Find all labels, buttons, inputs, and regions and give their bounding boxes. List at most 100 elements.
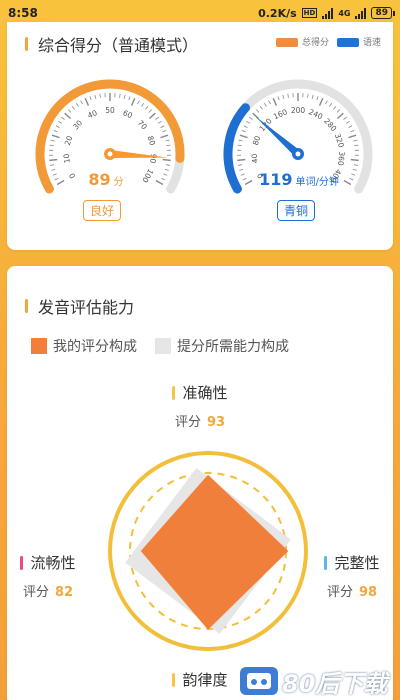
gauge-tick: [165, 139, 170, 142]
gauge-tick: [277, 96, 280, 101]
score-badge: 良好: [83, 200, 122, 221]
speed-badge: 青铜: [277, 200, 316, 221]
gauge-tick: [307, 93, 309, 98]
gauge-tick: [241, 129, 246, 133]
gauge-tick: [161, 177, 166, 181]
gauges: 0102030405060708090100 04080120160200240…: [35, 79, 373, 194]
gauge-tick: [272, 97, 278, 106]
gauge-tick-label: 280: [322, 117, 338, 134]
gauge-tick: [49, 144, 54, 147]
gauge-tick: [238, 164, 243, 166]
gauge-tick: [353, 164, 358, 166]
gauge-tick-label: 40: [86, 108, 99, 120]
gauge-tick: [54, 177, 59, 181]
pronunciation-card: 发音评估能力 我的评分构成 提分所需能力构成 准确性 评分 93 完整性 评分 98…: [7, 266, 393, 700]
gauge-tick: [163, 173, 168, 176]
gauge-tick: [160, 125, 165, 128]
axis-completeness: 完整性 评分 98: [311, 552, 393, 600]
score-value: 89 分: [88, 170, 124, 189]
gauge-tick: [329, 102, 333, 107]
gauge-tick: [61, 116, 65, 120]
gauge-tick: [336, 112, 344, 120]
gauge-tick: [249, 116, 253, 120]
network-speed: 0.2K/s: [258, 6, 297, 20]
gauge-tick-label: 320: [333, 132, 346, 149]
gauge-hub-center: [107, 151, 113, 157]
gauge-tick: [89, 96, 92, 101]
gauge-tick: [75, 102, 79, 107]
gauge-tick: [58, 120, 63, 124]
gauge-tick: [318, 97, 324, 106]
gauge-tick: [252, 112, 260, 120]
axis-fluency: 流畅性 评分 82: [7, 552, 89, 600]
gauge-tick: [99, 93, 101, 98]
gauge-tick: [145, 105, 149, 110]
gauge-tick: [52, 173, 57, 176]
gauge-tick: [160, 134, 169, 139]
gauge-tick: [148, 109, 153, 113]
gauge-tick: [49, 158, 58, 162]
gauge-tick: [336, 109, 341, 113]
gauge-tick: [238, 139, 243, 142]
gauge-tick: [55, 125, 60, 128]
gauge-tick: [130, 97, 136, 106]
gauge-tick: [243, 125, 248, 128]
gauge-tick: [94, 94, 97, 99]
gauge-tick: [80, 100, 83, 105]
gauge-tick-label: 20: [63, 134, 75, 146]
radar-chart: [108, 451, 308, 651]
gauge-tick: [350, 158, 359, 162]
gauge-tick: [155, 116, 159, 120]
gauge-tick: [353, 139, 358, 142]
gauge-tick-label: 60: [122, 108, 135, 120]
gauge-tick: [239, 134, 248, 139]
gauge-tick: [348, 134, 357, 139]
gauge-tick: [71, 105, 75, 110]
gauge-tick: [333, 105, 337, 110]
gauge-tick: [56, 179, 65, 186]
overall-score-card: 综合得分（普通模式） 总得分 语速 0 10 20 30 40 50 60 70 80 90 100…: [7, 22, 393, 250]
gauge-tick-label: 100: [140, 167, 155, 184]
gauge-tick: [141, 102, 145, 107]
gauge-tick-label: 160: [272, 107, 289, 121]
gauge-tick: [128, 96, 131, 101]
gauge-tick: [263, 102, 267, 107]
gauge-tick: [237, 144, 242, 147]
gauge-tick: [259, 105, 263, 110]
gauge-tick-label: 50: [105, 106, 115, 115]
gauge-tick: [268, 100, 271, 105]
network-type: 4G: [338, 8, 351, 18]
gauge-tick: [166, 144, 171, 147]
gauge-tick: [311, 94, 314, 99]
gauge-tick: [255, 109, 260, 113]
gauge-tick: [165, 164, 170, 166]
gauge-tick: [343, 116, 347, 120]
watermark-logo-icon: [240, 667, 278, 695]
gauge-tick: [155, 179, 164, 186]
gauge-tick: [164, 168, 169, 171]
gauge-tick-label: 40: [250, 153, 260, 164]
gauge-tick-label: 90: [148, 153, 158, 164]
gauge-tick-label: 80: [251, 134, 263, 146]
gauge-tick-label: 10: [62, 153, 72, 164]
watermark: 80后下载: [240, 662, 400, 700]
gauge-tick: [84, 97, 90, 106]
gauge-hub-center: [295, 151, 301, 157]
gauge-tick: [53, 129, 58, 133]
gauge-tick: [50, 139, 55, 142]
gauge-tick: [51, 168, 56, 171]
signal-2-icon: [355, 7, 367, 19]
gauge-tick: [316, 96, 319, 101]
gauge-tick: [50, 164, 55, 166]
gauge-tick-label: 70: [136, 118, 149, 131]
gauge-tick: [162, 129, 167, 133]
axis-accuracy: 准确性 评分 93: [150, 382, 250, 430]
gauge-tick: [354, 144, 359, 147]
status-icons: 0.2K/s HD 4G 89: [258, 6, 395, 20]
battery-icon: 89: [371, 7, 395, 19]
gauge-tick: [123, 94, 126, 99]
gauge-tick: [287, 93, 289, 98]
gauge-tick: [162, 158, 171, 162]
gauge-tick: [137, 100, 140, 105]
gauge-tick: [345, 120, 350, 124]
